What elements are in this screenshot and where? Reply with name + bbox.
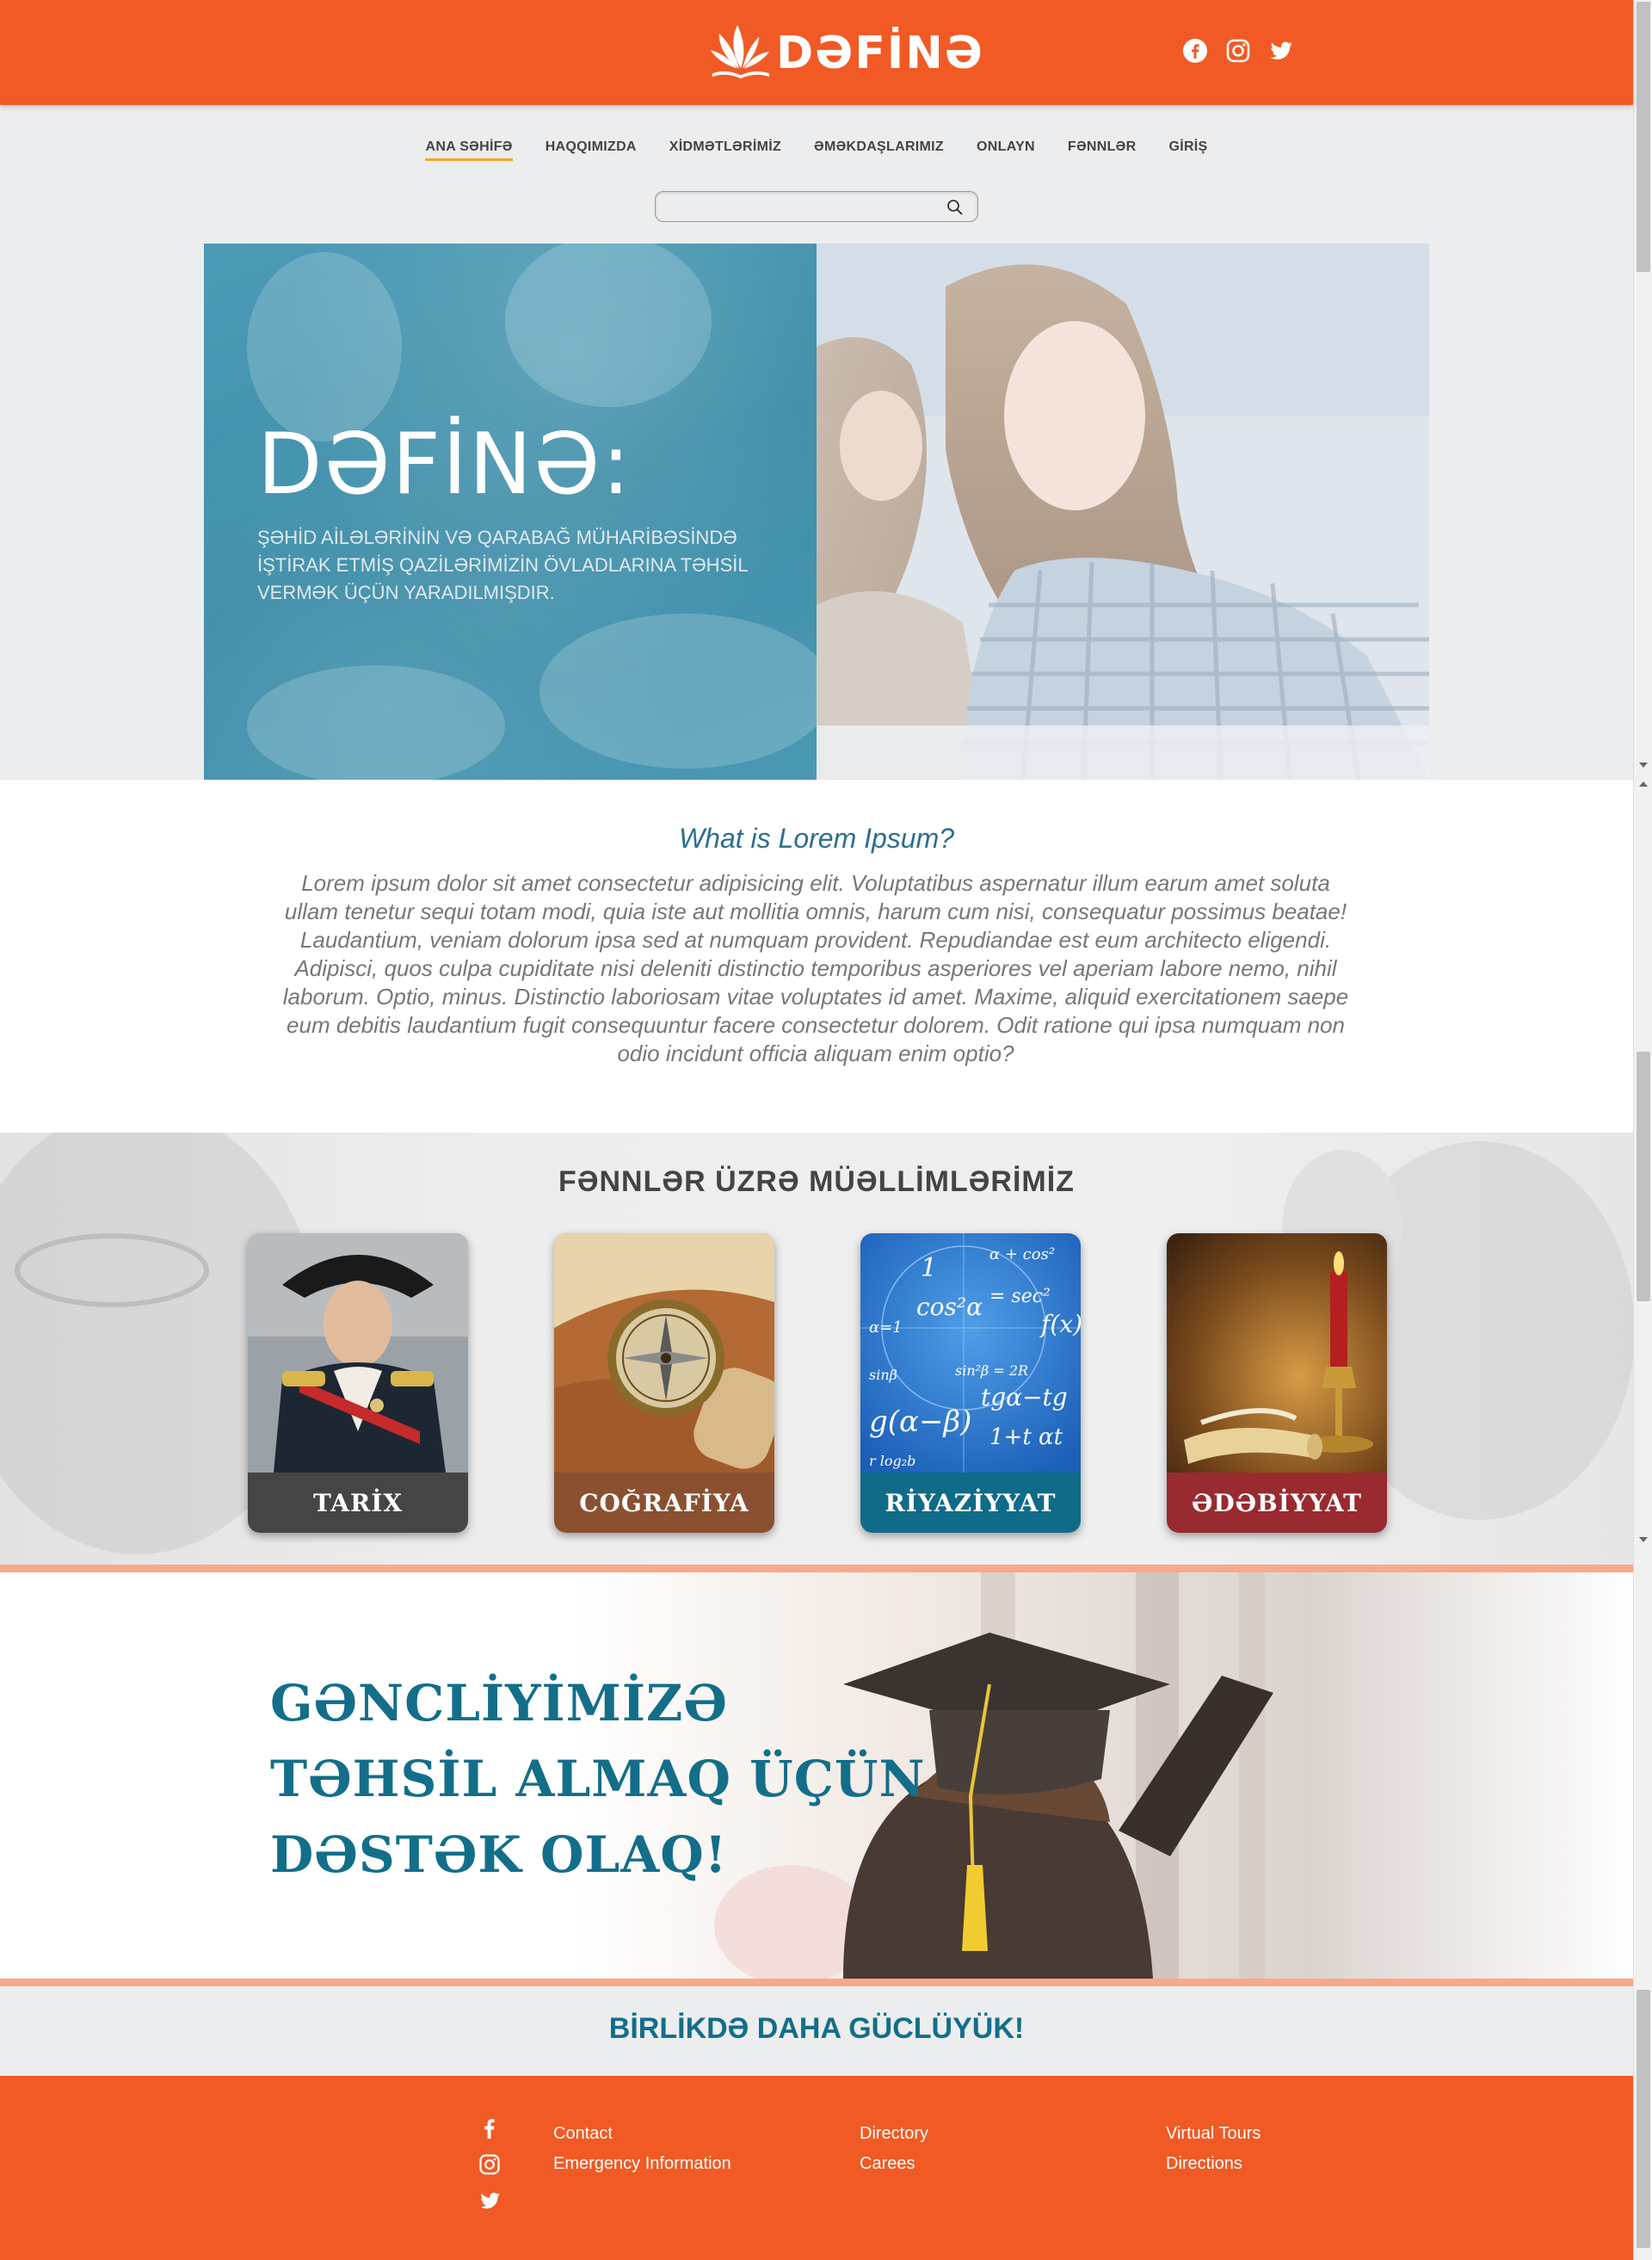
nav-item-services[interactable]: XİDMƏTLƏRİMİZ (669, 139, 781, 161)
search-input[interactable] (666, 197, 933, 216)
intro-title: What is Lorem Ipsum? (678, 823, 955, 854)
subject-label-math: RİYAZİYYAT (860, 1473, 1081, 1533)
support-slogan: GƏNCLİYİMİZƏ TƏHSİL ALMAQ ÜÇÜN DƏSTƏK OL… (270, 1665, 926, 1893)
scroll-down-arrow-icon[interactable] (1639, 763, 1648, 768)
math-formulas-image: 1 α + cos² cos²α = sec² f(x) α=1 sin²β =… (860, 1233, 1081, 1473)
svg-text:α=1: α=1 (869, 1318, 903, 1337)
support-slogan-line-3: DƏSTƏK OLAQ! (270, 1825, 728, 1884)
svg-text:= sec²: = sec² (989, 1286, 1051, 1307)
section-divider (0, 1979, 1633, 1986)
scrollbar-thumb[interactable] (1637, 1052, 1650, 1301)
nav-item-login[interactable]: GİRİŞ (1168, 139, 1207, 161)
svg-text:g(α−β): g(α−β) (869, 1405, 971, 1439)
search-icon[interactable] (946, 199, 964, 216)
facebook-icon[interactable] (478, 2117, 501, 2140)
subject-card-history[interactable]: TARİX (248, 1233, 468, 1533)
scroll-down-arrow-icon[interactable] (1639, 1537, 1648, 1542)
facebook-icon[interactable] (1182, 38, 1208, 64)
twitter-icon[interactable] (478, 2189, 501, 2212)
section-divider (0, 1565, 1633, 1572)
hero-subtitle: ŞƏHİD AİLƏLƏRİNİN VƏ QARABAĞ MÜHARİBƏSİN… (257, 527, 748, 603)
subject-label-history: TARİX (248, 1473, 468, 1533)
svg-text:sin²β = 2R: sin²β = 2R (955, 1362, 1028, 1379)
hero-title: DƏFİNƏ: (257, 416, 632, 514)
svg-text:α + cos²: α + cos² (989, 1245, 1055, 1263)
nav-item-subjects[interactable]: FƏNNLƏR (1068, 139, 1137, 161)
instagram-icon[interactable] (1225, 38, 1251, 64)
compass-map-image (554, 1233, 774, 1473)
support-slogan-line-1: GƏNCLİYİMİZƏ (270, 1674, 728, 1732)
teachers-title: FƏNNLƏR ÜZRƏ MÜƏLLİMLƏRİMİZ (558, 1165, 1075, 1198)
site-header: DƏFİNƏ (0, 0, 1633, 105)
subject-card-literature[interactable]: ƏDƏBİYYAT (1167, 1233, 1387, 1533)
footer-links-column-3: Virtual Tours Directions (1166, 2124, 1261, 2174)
page-scrollbar[interactable] (1633, 0, 1652, 2260)
hero-photo (817, 244, 1429, 780)
footer-link-virtual-tours[interactable]: Virtual Tours (1166, 2124, 1261, 2144)
footer-link-emergency[interactable]: Emergency Information (553, 2154, 731, 2174)
teachers-section: FƏNNLƏR ÜZRƏ MÜƏLLİMLƏRİMİZ TARİX COĞRAF… (0, 1133, 1633, 1565)
support-slogan-line-2: TƏHSİL ALMAQ ÜÇÜN (270, 1750, 926, 1808)
footer-social-links (478, 2117, 501, 2212)
candle-scroll-image (1167, 1233, 1387, 1473)
subject-label-literature: ƏDƏBİYYAT (1167, 1473, 1387, 1533)
scroll-up-arrow-icon[interactable] (1639, 781, 1648, 787)
napoleon-portrait-image (248, 1233, 468, 1473)
footer-link-directory[interactable]: Directory (860, 2124, 928, 2144)
hero-banner: DƏFİNƏ: ŞƏHİD AİLƏLƏRİNİN VƏ QARABAĞ MÜH… (204, 244, 1429, 780)
header-social-links (1182, 38, 1294, 64)
subject-card-math[interactable]: 1 α + cos² cos²α = sec² f(x) α=1 sin²β =… (860, 1233, 1081, 1533)
logo[interactable]: DƏFİNƏ (707, 19, 984, 88)
svg-text:1+t αt: 1+t αt (989, 1424, 1063, 1450)
support-banner: GƏNCLİYİMİZƏ TƏHSİL ALMAQ ÜÇÜN DƏSTƏK OL… (0, 1572, 1633, 1979)
footer-link-contact[interactable]: Contact (553, 2124, 731, 2144)
scrollbar-thumb[interactable] (1637, 1990, 1650, 2248)
svg-text:tgα−tg: tgα−tg (981, 1383, 1068, 1411)
logo-text: DƏFİNƏ (776, 28, 984, 79)
svg-text:sinβ: sinβ (869, 1367, 897, 1383)
footer-link-directions[interactable]: Directions (1166, 2154, 1261, 2174)
intro-text: Lorem ipsum dolor sit amet consectetur a… (282, 870, 1349, 1066)
site-footer: Contact Emergency Information Directory … (0, 2076, 1633, 2260)
scrollbar-thumb[interactable] (1637, 2, 1650, 272)
twitter-icon[interactable] (1268, 38, 1294, 64)
instagram-icon[interactable] (478, 2153, 501, 2176)
book-leaf-logo-icon (710, 24, 770, 79)
search-bar (655, 191, 978, 222)
footer-links-column-2: Directory Carees (860, 2124, 928, 2174)
slogan-section: BİRLİKDƏ DAHA GÜCLÜYÜK! (0, 1986, 1633, 2076)
subject-label-geography: COĞRAFİYA (554, 1473, 774, 1533)
students-writing-image (817, 244, 1429, 780)
footer-link-careers[interactable]: Carees (860, 2154, 928, 2174)
slogan-text: BİRLİKDƏ DAHA GÜCLÜYÜK! (608, 2012, 1025, 2045)
nav-item-online[interactable]: ONLAYN (977, 139, 1035, 161)
hero-text-panel: DƏFİNƏ: ŞƏHİD AİLƏLƏRİNİN VƏ QARABAĞ MÜH… (204, 244, 817, 780)
svg-text:cos²α: cos²α (916, 1293, 983, 1321)
nav-item-staff[interactable]: ƏMƏKDAŞLARIMIZ (814, 139, 944, 161)
svg-text:r log₂b: r log₂b (869, 1453, 915, 1469)
footer-links-column-1: Contact Emergency Information (553, 2124, 731, 2174)
svg-text:f(x): f(x) (1039, 1310, 1081, 1338)
nav-item-home[interactable]: ANA SƏHİFƏ (425, 139, 513, 161)
svg-text:1: 1 (921, 1253, 937, 1283)
subject-card-geography[interactable]: COĞRAFİYA (554, 1233, 774, 1533)
intro-section: What is Lorem Ipsum? Lorem ipsum dolor s… (0, 780, 1633, 1133)
nav-item-about[interactable]: HAQQIMIZDA (546, 139, 637, 161)
nav-menu: ANA SƏHİFƏ HAQQIMIZDA XİDMƏTLƏRİMİZ ƏMƏK… (0, 139, 1633, 161)
